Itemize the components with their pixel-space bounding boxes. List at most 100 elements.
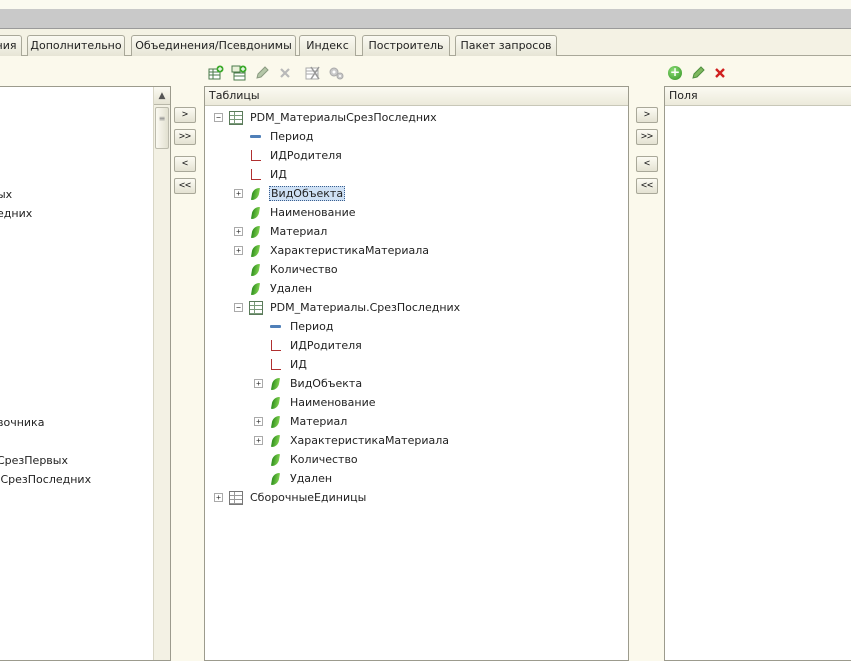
tree-item[interactable]: ХарактеристикаМатериала bbox=[269, 431, 450, 450]
fields-panel: Поля bbox=[664, 86, 851, 661]
tree-item-label: Удален bbox=[290, 472, 333, 485]
cut-icon[interactable] bbox=[305, 65, 321, 81]
delete-field-icon[interactable] bbox=[712, 65, 728, 81]
tree-expander[interactable]: − bbox=[214, 113, 223, 122]
tree-item[interactable]: Удален bbox=[249, 279, 313, 298]
tree-expander[interactable]: + bbox=[254, 436, 263, 445]
tree-item-label: ИД bbox=[290, 358, 307, 371]
tree-expander[interactable]: + bbox=[254, 379, 263, 388]
add-field-icon[interactable]: + bbox=[667, 65, 683, 81]
tree-item-label: Материал bbox=[290, 415, 348, 428]
tree-item-label: Период bbox=[290, 320, 334, 333]
add-table-icon[interactable] bbox=[208, 65, 224, 81]
tree-item[interactable]: Период bbox=[269, 317, 335, 336]
database-panel: ▲ ≡ ых едних вочника . СрезПервых .СрезП… bbox=[0, 86, 171, 661]
tree-item[interactable]: Количество bbox=[249, 260, 339, 279]
attribute-icon bbox=[249, 282, 263, 296]
attribute-icon bbox=[269, 453, 283, 467]
tree-item[interactable]: Период bbox=[249, 127, 315, 146]
table-gray-icon bbox=[229, 490, 243, 505]
list-item[interactable]: . bbox=[0, 432, 1, 451]
tree-item-label: ИД bbox=[270, 168, 287, 181]
tree-item[interactable]: Удален bbox=[269, 469, 333, 488]
tree-item[interactable]: PDM_Материалы.СрезПоследних bbox=[249, 298, 461, 317]
tree-expander[interactable]: + bbox=[234, 189, 243, 198]
tab-bar: ния Дополнительно Объединения/Псевдонимы… bbox=[0, 29, 851, 56]
tree-item[interactable]: Наименование bbox=[269, 393, 376, 412]
reference-icon bbox=[269, 339, 283, 353]
tree-item-label: Количество bbox=[270, 263, 338, 276]
tree-item-label: Удален bbox=[270, 282, 313, 295]
reference-icon bbox=[249, 149, 263, 163]
list-item[interactable]: .СрезПоследних bbox=[0, 470, 91, 489]
tree-item[interactable]: Количество bbox=[269, 450, 359, 469]
tree-item-label: ВидОбъекта bbox=[290, 377, 363, 390]
tree-item-label: PDM_МатериалыСрезПоследних bbox=[250, 111, 437, 124]
list-item[interactable]: вочника bbox=[0, 413, 44, 432]
attribute-icon bbox=[249, 187, 263, 201]
tab-query-batch[interactable]: Пакет запросов bbox=[455, 35, 557, 56]
tree-item[interactable]: Материал bbox=[269, 412, 348, 431]
attribute-icon bbox=[249, 263, 263, 277]
attribute-icon bbox=[269, 377, 283, 391]
attribute-icon bbox=[249, 225, 263, 239]
tree-item[interactable]: ИДРодителя bbox=[269, 336, 363, 355]
tree-item[interactable]: ХарактеристикаМатериала bbox=[249, 241, 430, 260]
move-left-button[interactable]: < bbox=[174, 156, 196, 172]
attribute-icon bbox=[249, 244, 263, 258]
delete-icon[interactable] bbox=[277, 65, 293, 81]
tree-item[interactable]: Материал bbox=[249, 222, 328, 241]
field-move-all-left-button[interactable]: << bbox=[636, 178, 658, 194]
attribute-icon bbox=[249, 206, 263, 220]
tree-expander[interactable]: − bbox=[234, 303, 243, 312]
tree-item-label: ИДРодителя bbox=[270, 149, 342, 162]
tab-conditions[interactable]: ния bbox=[0, 35, 22, 56]
tab-index[interactable]: Индекс bbox=[299, 35, 356, 56]
tree-item[interactable]: ВидОбъекта bbox=[249, 184, 346, 203]
tree-expander[interactable]: + bbox=[214, 493, 223, 502]
tree-item-label: ХарактеристикаМатериала bbox=[270, 244, 429, 257]
tree-item-label: PDM_Материалы.СрезПоследних bbox=[270, 301, 461, 314]
tree-item[interactable]: ВидОбъекта bbox=[269, 374, 363, 393]
tree-item[interactable]: PDM_МатериалыСрезПоследних bbox=[229, 108, 438, 127]
field-move-all-right-button[interactable]: >> bbox=[636, 129, 658, 145]
edit-field-icon[interactable] bbox=[690, 65, 706, 81]
tree-item-label: ХарактеристикаМатериала bbox=[290, 434, 449, 447]
tree-item[interactable]: ИДРодителя bbox=[249, 146, 343, 165]
tab-builder[interactable]: Построитель bbox=[362, 35, 450, 56]
tree-item[interactable]: Наименование bbox=[249, 203, 356, 222]
tree-item-label: Материал bbox=[270, 225, 328, 238]
attribute-icon bbox=[269, 472, 283, 486]
attribute-icon bbox=[269, 434, 283, 448]
table-icon bbox=[249, 300, 263, 315]
tree-item[interactable]: ИД bbox=[249, 165, 288, 184]
dimension-icon bbox=[269, 320, 283, 334]
move-all-right-button[interactable]: >> bbox=[174, 129, 196, 145]
edit-icon[interactable] bbox=[254, 65, 270, 81]
reference-icon bbox=[269, 358, 283, 372]
field-move-right-button[interactable]: > bbox=[636, 107, 658, 123]
tree-item-label: Наименование bbox=[290, 396, 376, 409]
tab-additional[interactable]: Дополнительно bbox=[27, 35, 125, 56]
tree-expander[interactable]: + bbox=[234, 227, 243, 236]
tree-item-label: СборочныеЕдиницы bbox=[250, 491, 367, 504]
database-scrollbar[interactable]: ▲ ≡ bbox=[153, 87, 170, 660]
tree-item[interactable]: СборочныеЕдиницы bbox=[229, 488, 367, 507]
scroll-thumb[interactable]: ≡ bbox=[155, 107, 169, 149]
list-item[interactable]: СрезПервых bbox=[0, 451, 68, 470]
fields-header: Поля bbox=[665, 87, 851, 106]
list-item[interactable]: ых bbox=[0, 185, 12, 204]
settings-icon[interactable] bbox=[328, 65, 344, 81]
tree-expander[interactable]: + bbox=[234, 246, 243, 255]
tree-item-label: ИДРодителя bbox=[290, 339, 362, 352]
tree-item[interactable]: ИД bbox=[269, 355, 308, 374]
scroll-up-button[interactable]: ▲ bbox=[154, 87, 170, 105]
list-item[interactable]: едних bbox=[0, 204, 32, 223]
move-all-left-button[interactable]: << bbox=[174, 178, 196, 194]
move-right-button[interactable]: > bbox=[174, 107, 196, 123]
field-move-left-button[interactable]: < bbox=[636, 156, 658, 172]
tree-expander[interactable]: + bbox=[254, 417, 263, 426]
dimension-icon bbox=[249, 130, 263, 144]
tab-unions-aliases[interactable]: Объединения/Псевдонимы bbox=[131, 35, 296, 56]
add-nested-icon[interactable] bbox=[231, 65, 247, 81]
